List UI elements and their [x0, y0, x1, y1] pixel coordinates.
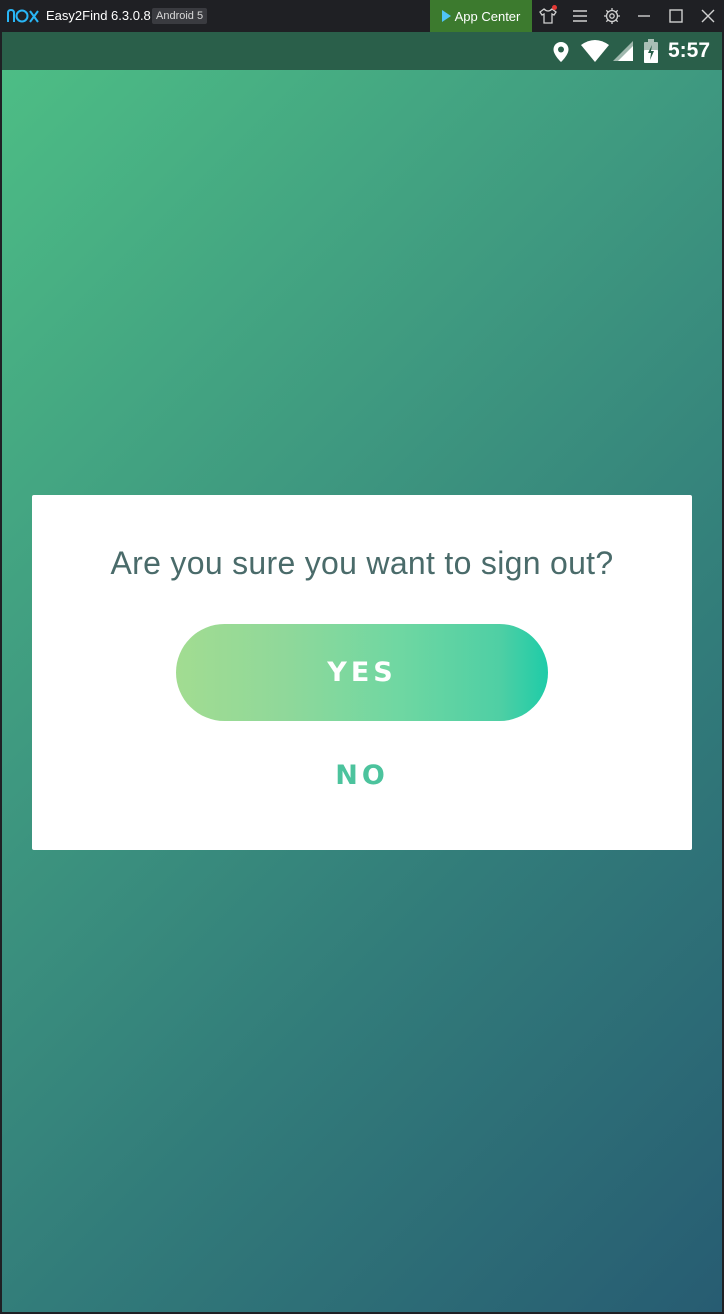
location-icon — [552, 41, 570, 68]
notification-dot — [552, 5, 557, 10]
no-button[interactable]: NO — [262, 750, 462, 800]
nox-logo-icon — [6, 7, 40, 25]
sign-out-dialog: Are you sure you want to sign out? YES N… — [32, 495, 692, 850]
maximize-icon[interactable] — [666, 6, 686, 26]
close-icon[interactable] — [698, 6, 718, 26]
wifi-icon — [580, 39, 610, 68]
emulator-window: Easy2Find 6.3.0.8 Android 5 App Center 5… — [0, 0, 724, 1314]
battery-icon — [642, 38, 660, 69]
emulator-title-bar: Easy2Find 6.3.0.8 Android 5 App Center — [0, 0, 724, 32]
dialog-message: Are you sure you want to sign out? — [110, 545, 614, 581]
status-time: 5:57 — [667, 39, 710, 62]
signal-icon — [612, 40, 634, 67]
android-version-badge: Android 5 — [152, 8, 208, 24]
app-center-label: App Center — [454, 8, 521, 24]
app-screen-background: Are you sure you want to sign out? YES N… — [2, 70, 722, 1312]
shirt-icon[interactable] — [538, 5, 558, 26]
yes-button[interactable]: YES — [176, 624, 548, 721]
gear-icon[interactable] — [602, 6, 622, 26]
minimize-icon[interactable] — [634, 6, 654, 26]
menu-icon[interactable] — [570, 6, 590, 26]
app-center-button[interactable]: App Center — [430, 0, 532, 32]
play-store-icon — [441, 10, 451, 22]
app-title: Easy2Find 6.3.0.8 — [46, 8, 151, 23]
android-status-bar: 5:57 — [2, 32, 722, 70]
